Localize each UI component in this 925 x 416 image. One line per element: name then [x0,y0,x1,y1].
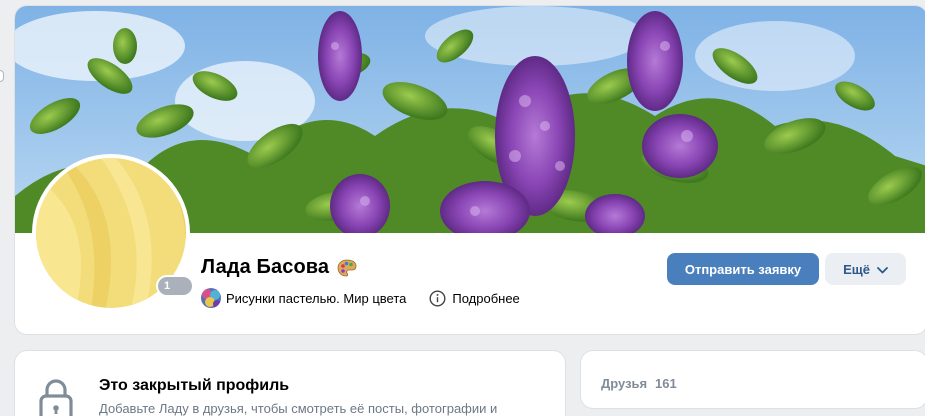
private-profile-text: Добавьте Ладу в друзья, чтобы смотреть е… [99,401,498,416]
more-button-label: Ещё [843,261,870,277]
friends-count: 161 [655,376,677,391]
more-button[interactable]: Ещё [825,253,906,285]
profile-header-card: 1 мин Лада Басова Рисунки пастелью. Мир [15,6,925,334]
send-friend-request-button[interactable]: Отправить заявку [667,253,819,285]
status-avatar-icon [201,288,221,308]
online-badge: 1 мин [156,275,194,310]
private-profile-title: Это закрытый профиль [99,377,290,394]
profile-name: Лада Басова [201,256,330,278]
status-text[interactable]: Рисунки пастелью. Мир цвета [226,291,406,306]
name-row: Лада Басова [201,256,357,279]
edge-fragment [0,70,4,82]
profile-avatar[interactable]: 1 мин [32,154,194,312]
chevron-down-icon [877,262,888,277]
profile-meta: Рисунки пастелью. Мир цвета Подробнее [201,288,520,308]
private-profile-card: Это закрытый профиль Добавьте Ладу в дру… [15,351,565,416]
palette-icon [337,258,357,278]
info-icon[interactable] [429,289,446,307]
friends-card[interactable]: Друзья 161 [581,351,925,408]
lock-icon [38,379,74,416]
details-link[interactable]: Подробнее [452,291,519,306]
friends-label: Друзья [601,376,648,391]
